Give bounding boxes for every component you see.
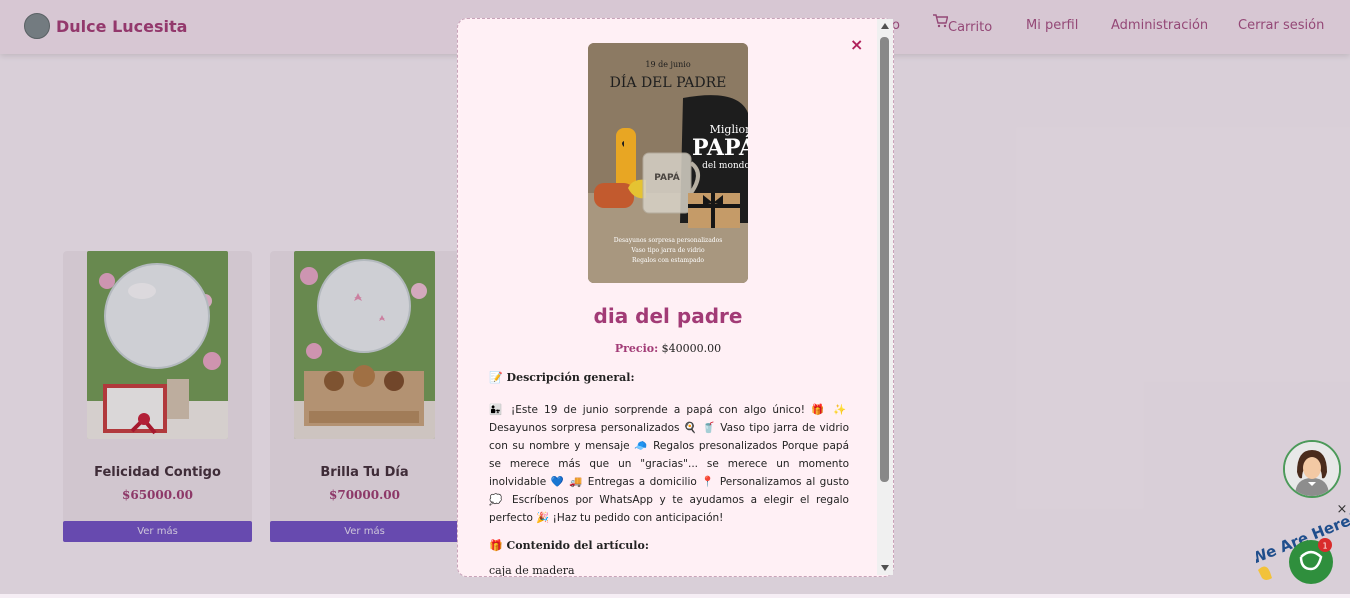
shirt-text-bottom: del mondo [702,161,748,171]
description-text: 👨‍👧 ¡Este 19 de junio sorprende a papá c… [489,404,849,524]
price-label: Precio: [614,342,659,355]
woman-avatar-icon [1285,442,1339,496]
price-value: $40000.00 [661,342,722,355]
chat-widget[interactable]: × We Are Here! 1 [1248,500,1350,594]
scrollbar-thumb[interactable] [880,37,889,482]
description-heading: 📝 Descripción general: [489,371,635,384]
contents-heading: 🎁 Contenido del artículo: [489,539,649,552]
product-detail-modal: × 19 de junio DÍA DEL PADRE Miglior PAPÁ… [457,18,894,577]
product-title: dia del padre [593,304,743,328]
scroll-down-arrow-icon[interactable] [881,565,889,571]
close-icon[interactable]: × [850,35,863,54]
scroll-up-arrow-icon[interactable] [881,23,889,29]
assistant-avatar[interactable] [1283,440,1341,498]
promo-caption-1: Desayunos sorpresa personalizados [614,237,723,244]
we-are-here-widget: × We Are Here! 1 [1248,502,1350,584]
product-image: 19 de junio DÍA DEL PADRE Miglior PAPÁ d… [588,43,748,283]
shirt-text-main: PAPÁ [692,134,748,161]
promo-date: 19 de junio [645,60,690,69]
mug-text: PAPÁ [654,171,680,183]
promo-caption-2: Vaso tipo jarra de vidrio [630,247,705,254]
contents-item: caja de madera [489,564,575,577]
promo-headline: DÍA DEL PADRE [610,73,727,91]
modal-scrollbar[interactable] [877,19,893,575]
chat-badge: 1 [1322,542,1327,551]
fathers-day-promo-image: 19 de junio DÍA DEL PADRE Miglior PAPÁ d… [588,43,748,283]
promo-caption-3: Regalos con estampado [632,257,704,264]
price-line: Precio: $40000.00 [458,342,878,355]
